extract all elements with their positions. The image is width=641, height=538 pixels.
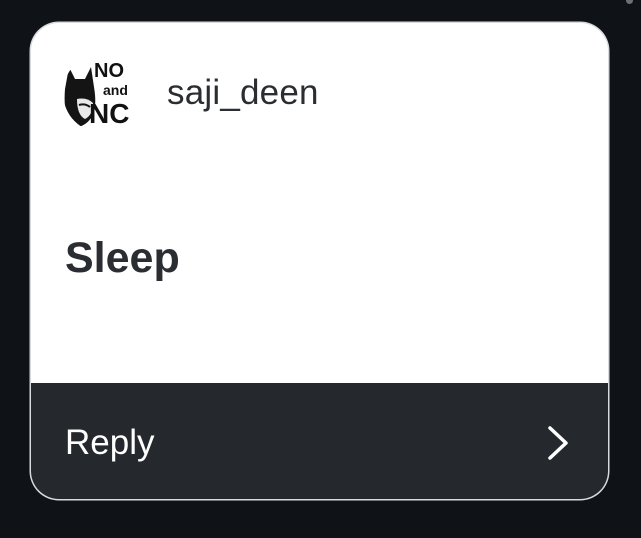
avatar-text-line-1: NO — [94, 60, 124, 82]
reply-label: Reply — [65, 423, 155, 462]
status-dot — [626, 0, 633, 4]
screen: NO and NC saji_deen Sleep Reply — [0, 0, 641, 538]
reply-button[interactable]: Reply — [31, 383, 608, 499]
batman-avatar-icon: NO and NC — [63, 53, 143, 133]
message-card: NO and NC saji_deen Sleep Reply — [31, 23, 608, 499]
avatar-text-line-2: and — [103, 82, 128, 98]
username[interactable]: saji_deen — [167, 73, 319, 113]
card-header: NO and NC saji_deen — [31, 23, 608, 163]
avatar[interactable]: NO and NC — [63, 53, 143, 133]
message-text: Sleep — [65, 234, 180, 282]
chevron-right-icon — [548, 426, 568, 460]
avatar-text-line-3: NC — [89, 98, 129, 129]
